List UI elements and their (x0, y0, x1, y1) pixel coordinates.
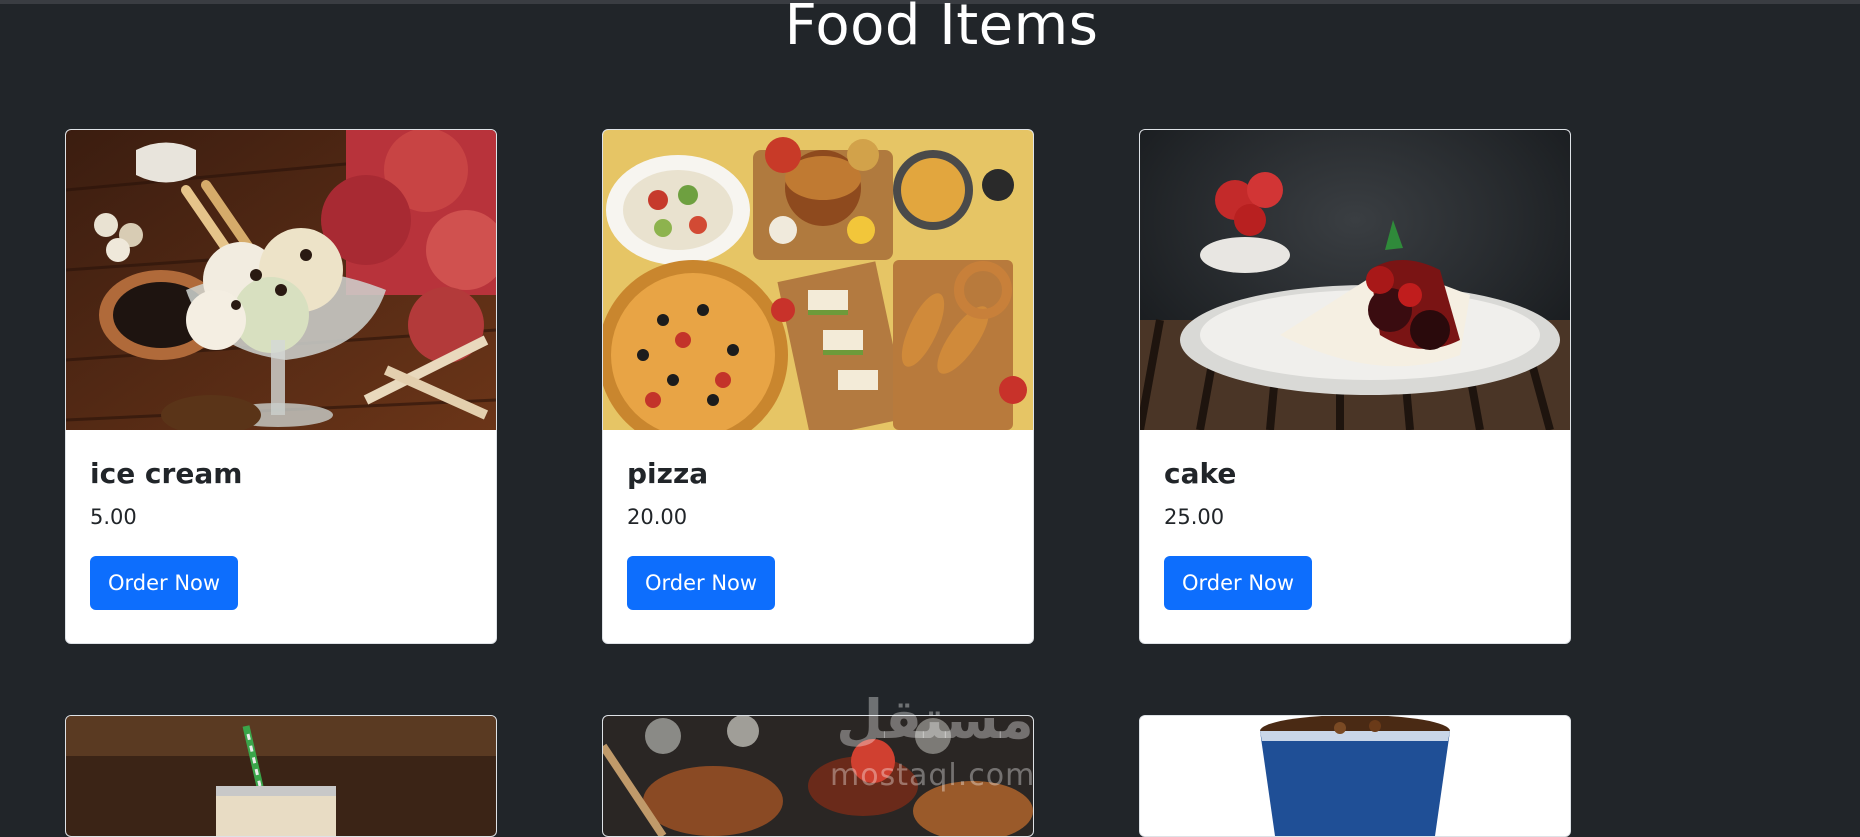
food-card-pizza: pizza 20.00 Order Now (602, 129, 1034, 644)
food-image-pizza (603, 130, 1033, 430)
food-image-cake (1140, 130, 1570, 430)
food-image-grill (603, 716, 1033, 836)
food-card-drink (65, 715, 497, 837)
card-body: cake 25.00 Order Now (1140, 430, 1570, 610)
food-image-ice-cream (66, 130, 496, 430)
food-name: ice cream (90, 457, 243, 490)
food-price: 20.00 (627, 505, 688, 529)
food-name: cake (1164, 457, 1237, 490)
food-price: 25.00 (1164, 505, 1225, 529)
food-card-cake: cake 25.00 Order Now (1139, 129, 1571, 644)
page-title: Food Items (784, 0, 1099, 58)
food-image-soda (1140, 716, 1570, 836)
order-now-button[interactable]: Order Now (90, 556, 239, 610)
food-card-soda (1139, 715, 1571, 837)
order-now-button[interactable]: Order Now (627, 556, 776, 610)
food-card-grill (602, 715, 1034, 837)
food-image-drink (66, 716, 496, 836)
card-body: ice cream 5.00 Order Now (66, 430, 496, 610)
card-body: pizza 20.00 Order Now (603, 430, 1033, 610)
food-name: pizza (627, 457, 709, 490)
food-card-ice-cream: ice cream 5.00 Order Now (65, 129, 497, 644)
order-now-button[interactable]: Order Now (1164, 556, 1313, 610)
food-price: 5.00 (90, 505, 137, 529)
